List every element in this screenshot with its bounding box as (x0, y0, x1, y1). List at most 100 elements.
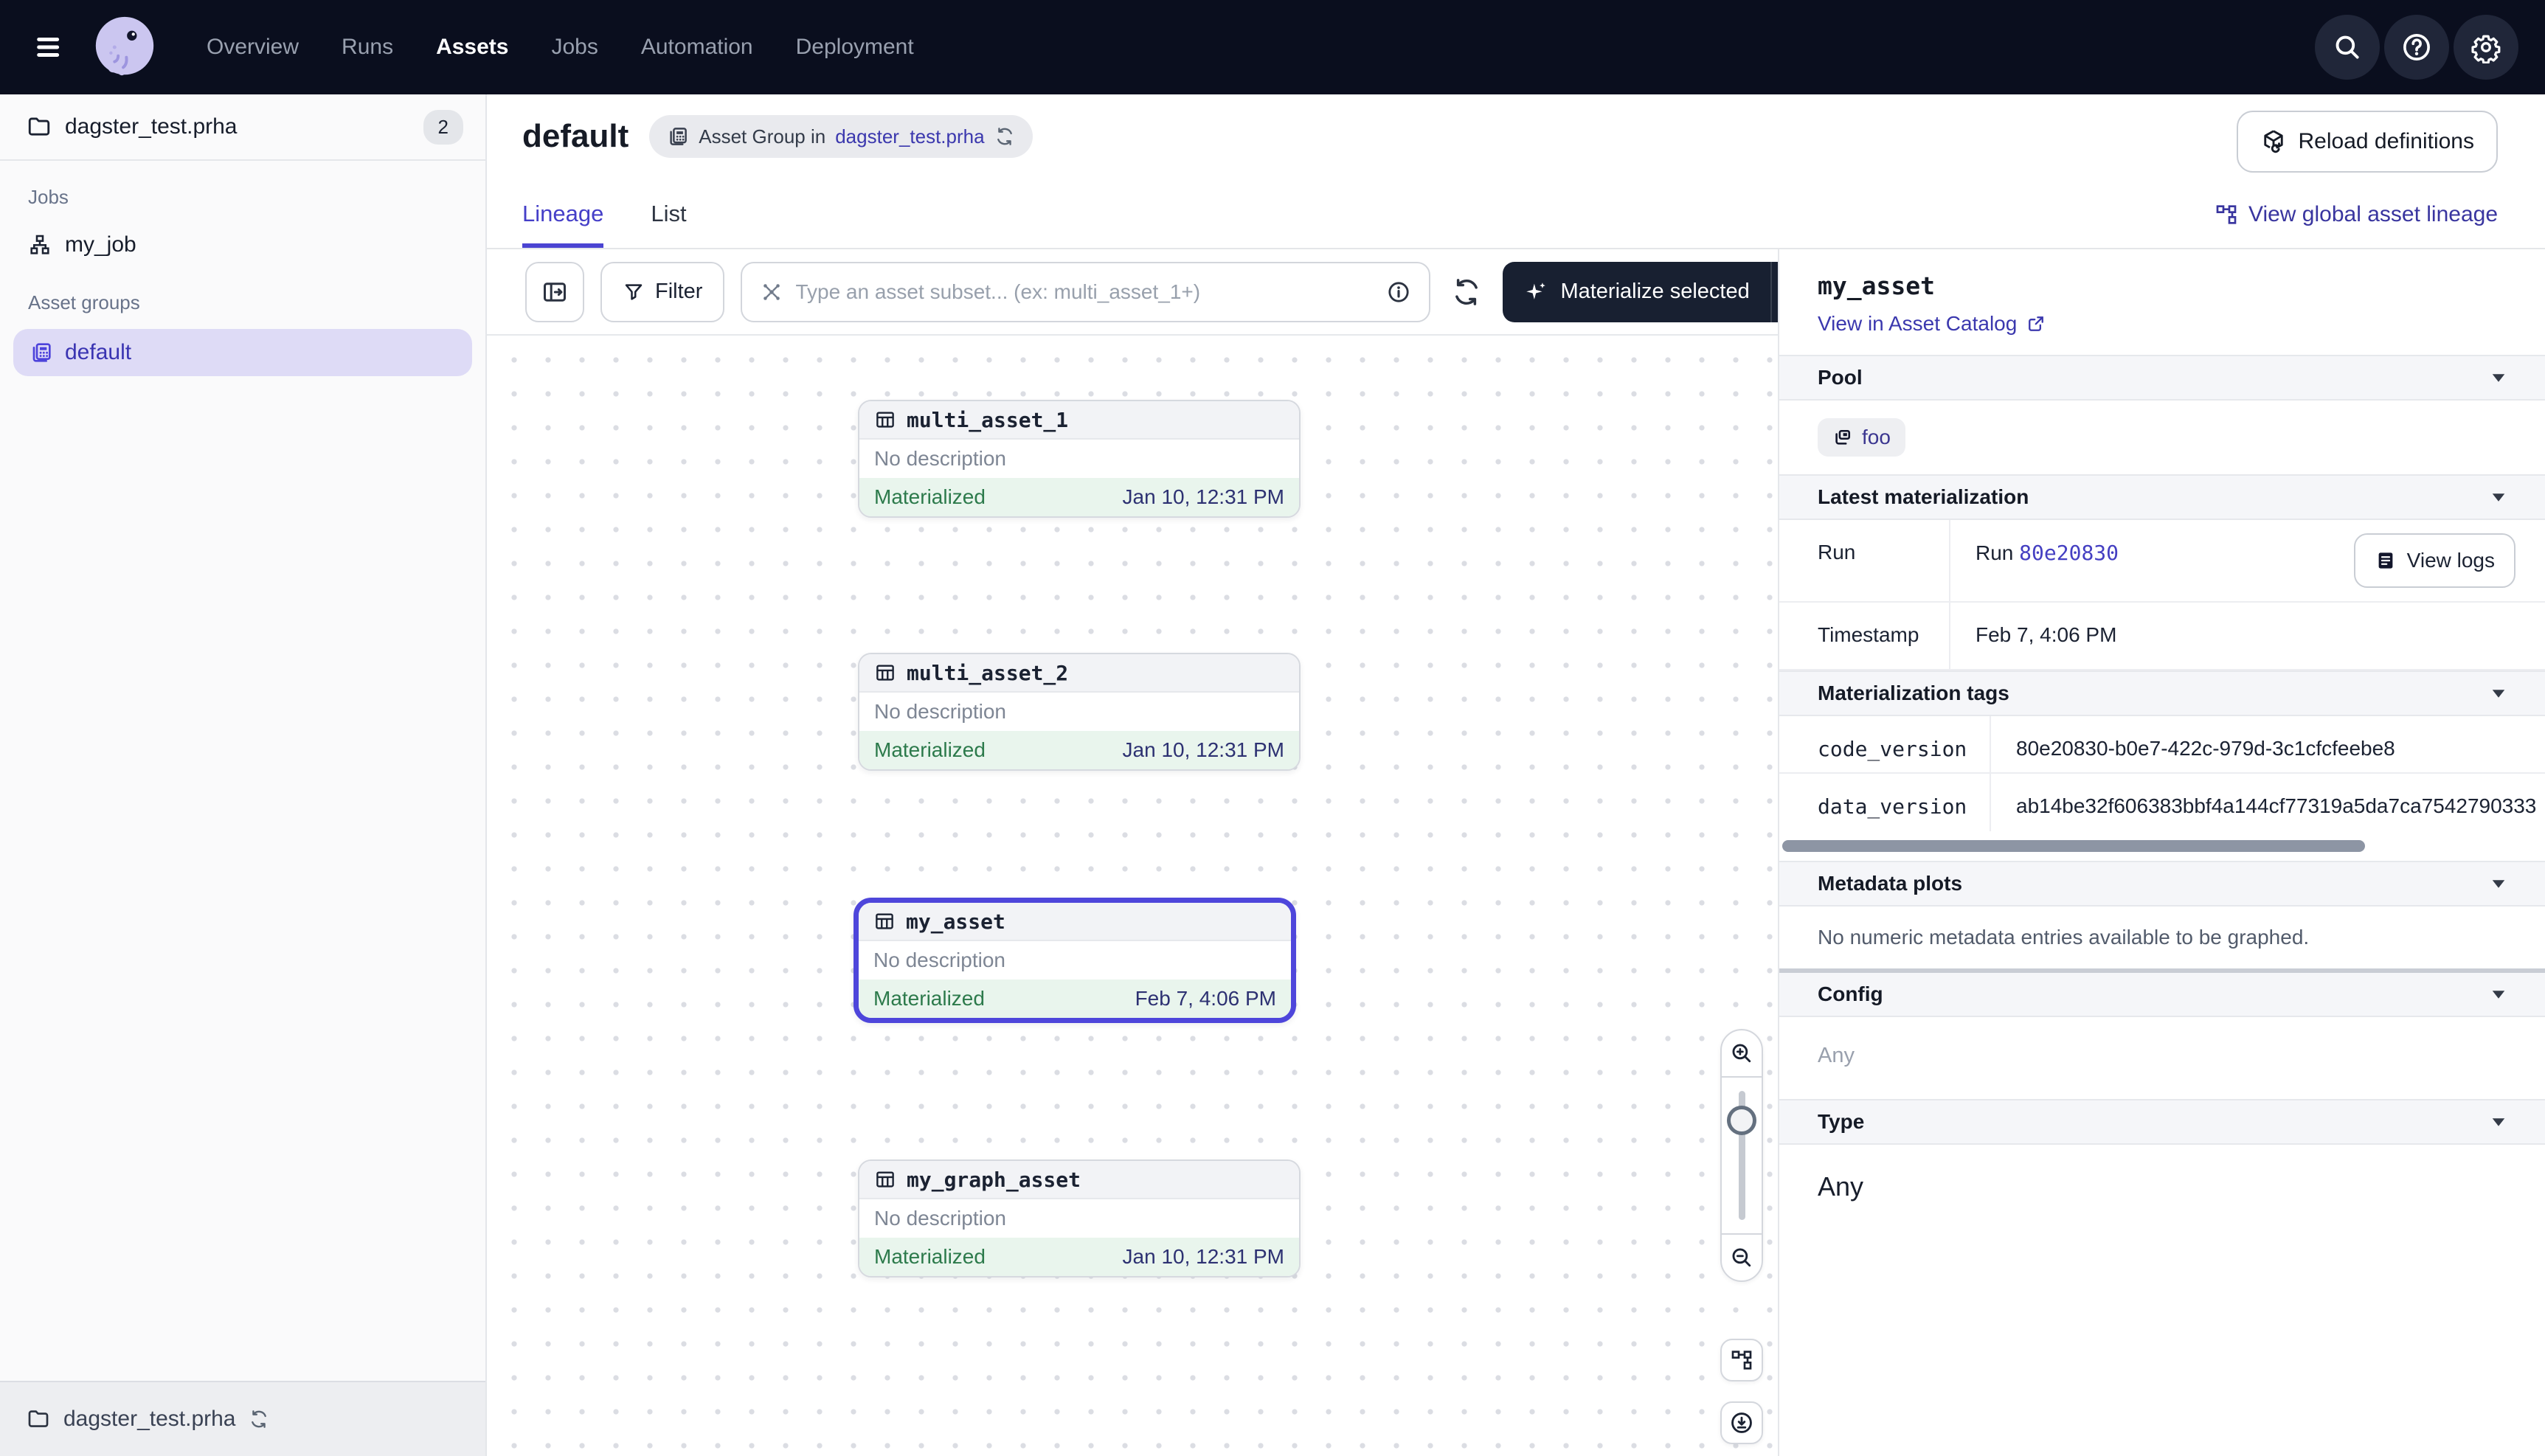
nav-item-assets[interactable]: Assets (436, 35, 508, 60)
caret-down-icon (2490, 492, 2507, 503)
asset-subset-input[interactable] (795, 280, 1374, 304)
materialization-timestamp-link[interactable]: Feb 7, 4:06 PM (1135, 987, 1276, 1010)
panel-toggle-icon (541, 279, 568, 305)
asset-node-name: my_graph_asset (907, 1168, 1081, 1192)
asset-node-multi-asset-1[interactable]: multi_asset_1 No description Materialize… (858, 400, 1301, 518)
section-config[interactable]: Config (1779, 968, 2545, 1017)
view-in-asset-catalog-link[interactable]: View in Asset Catalog (1818, 312, 2046, 336)
jobs-section: Jobs my_job (0, 161, 485, 266)
timestamp-value: Feb 7, 4:06 PM (1949, 603, 2545, 669)
cube-reload-icon (2260, 128, 2287, 155)
page-header: default Asset Group in dagster_test.prha… (487, 94, 2545, 249)
view-global-asset-lineage-link[interactable]: View global asset lineage (2215, 202, 2498, 227)
chip-text: Asset Group in (699, 125, 825, 148)
section-metadata-plots[interactable]: Metadata plots (1779, 861, 2545, 906)
download-icon (1729, 1410, 1754, 1435)
help-button[interactable] (2384, 15, 2449, 80)
asset-node-description: No description (859, 941, 1291, 980)
horizontal-scrollbar[interactable] (1782, 840, 2365, 852)
filter-button[interactable]: Filter (600, 262, 724, 322)
sidebar-footer-repo[interactable]: dagster_test.prha (0, 1381, 485, 1456)
table-icon (874, 662, 896, 684)
lineage-graph-icon (2215, 203, 2238, 226)
pool-tag[interactable]: foo (1818, 418, 1905, 457)
zoom-out-button[interactable] (1722, 1235, 1762, 1280)
config-value: Any (1779, 1017, 2545, 1099)
zoom-slider-handle[interactable] (1727, 1106, 1756, 1135)
refresh-graph-button[interactable] (1447, 272, 1486, 312)
table-icon (874, 409, 896, 431)
refresh-icon (1451, 277, 1482, 308)
zoom-in-button[interactable] (1722, 1030, 1762, 1076)
job-name: my_job (65, 232, 136, 257)
section-latest-materialization[interactable]: Latest materialization (1779, 474, 2545, 520)
page-title: default (522, 118, 629, 155)
view-tabs: Lineage List (522, 201, 687, 248)
section-type[interactable]: Type (1779, 1099, 2545, 1145)
materialize-split-button: Materialize selected (1503, 262, 1815, 322)
nav-item-overview[interactable]: Overview (207, 35, 299, 60)
materialization-timestamp-link[interactable]: Jan 10, 12:31 PM (1123, 738, 1284, 762)
menu-icon[interactable] (30, 26, 72, 69)
asset-node-multi-asset-2[interactable]: multi_asset_2 No description Materialize… (858, 653, 1301, 771)
run-id-link[interactable]: 80e20830 (2019, 541, 2119, 565)
refresh-icon[interactable] (249, 1409, 269, 1429)
nav-item-runs[interactable]: Runs (342, 35, 393, 60)
info-icon[interactable] (1386, 280, 1411, 305)
folder-icon (27, 1407, 50, 1431)
footer-repo-name: dagster_test.prha (63, 1407, 235, 1432)
asset-node-my-graph-asset[interactable]: my_graph_asset No description Materializ… (858, 1159, 1301, 1278)
nav-item-automation[interactable]: Automation (641, 35, 753, 60)
rearrange-graph-button[interactable] (1720, 1339, 1763, 1382)
section-materialization-tags[interactable]: Materialization tags (1779, 670, 2545, 716)
graph-layout-icon (1730, 1348, 1753, 1372)
caret-down-icon (2490, 878, 2507, 890)
top-navbar: Overview Runs Assets Jobs Automation Dep… (0, 0, 2545, 94)
zoom-slider[interactable] (1722, 1076, 1762, 1235)
view-logs-button[interactable]: View logs (2354, 533, 2515, 588)
search-icon (2332, 32, 2363, 63)
asset-groups-section-label: Asset groups (28, 291, 485, 314)
download-image-button[interactable] (1720, 1401, 1763, 1444)
repo-row[interactable]: dagster_test.prha 2 (0, 94, 485, 161)
sidebar-item-default-group[interactable]: default (13, 329, 472, 376)
lineage-graph-canvas[interactable]: multi_asset_1 No description Materialize… (487, 336, 1778, 1456)
tab-lineage[interactable]: Lineage (522, 201, 603, 248)
nav-item-jobs[interactable]: Jobs (551, 35, 598, 60)
toggle-sidebar-button[interactable] (525, 262, 584, 322)
section-pool[interactable]: Pool (1779, 355, 2545, 401)
reload-definitions-button[interactable]: Reload definitions (2237, 111, 2499, 173)
lineage-toolbar: Filter Materialize selected (487, 249, 1778, 336)
tab-list[interactable]: List (651, 201, 686, 248)
materialized-badge: Materialized (874, 485, 986, 509)
caret-down-icon (2490, 688, 2507, 699)
dagster-logo-icon[interactable] (90, 13, 159, 82)
op-selector-icon (760, 280, 783, 304)
logs-icon (2375, 550, 2397, 572)
materialize-button[interactable]: Materialize selected (1503, 262, 1770, 322)
materialization-timestamp-link[interactable]: Jan 10, 12:31 PM (1123, 485, 1284, 509)
tag-row-data-version: data_version ab14be32f606383bbf4a144cf77… (1779, 774, 2545, 831)
folder-icon (27, 114, 52, 139)
reload-definitions-label: Reload definitions (2299, 129, 2475, 154)
repo-count-badge: 2 (423, 110, 463, 145)
chip-repo-link[interactable]: dagster_test.prha (835, 125, 984, 148)
settings-button[interactable] (2454, 15, 2518, 80)
panel-asset-title: my_asset (1818, 271, 2507, 300)
materialized-badge: Materialized (873, 987, 985, 1010)
materialization-timestamp-link[interactable]: Jan 10, 12:31 PM (1123, 1245, 1284, 1269)
zoom-controls (1720, 1029, 1763, 1282)
group-name: default (65, 340, 131, 365)
asset-node-my-asset-selected[interactable]: my_asset No description Materialized Feb… (853, 898, 1296, 1023)
table-icon (873, 910, 896, 932)
timestamp-row: Timestamp Feb 7, 4:06 PM (1779, 603, 2545, 670)
asset-group-icon (30, 341, 53, 364)
refresh-icon[interactable] (994, 126, 1015, 147)
search-button[interactable] (2315, 15, 2380, 80)
stack-icon (1832, 427, 1853, 448)
asset-group-icon (667, 125, 689, 148)
nav-item-deployment[interactable]: Deployment (796, 35, 914, 60)
caret-down-icon (2490, 1117, 2507, 1128)
asset-group-chip: Asset Group in dagster_test.prha (649, 115, 1032, 158)
sidebar-item-my-job[interactable]: my_job (0, 223, 485, 266)
